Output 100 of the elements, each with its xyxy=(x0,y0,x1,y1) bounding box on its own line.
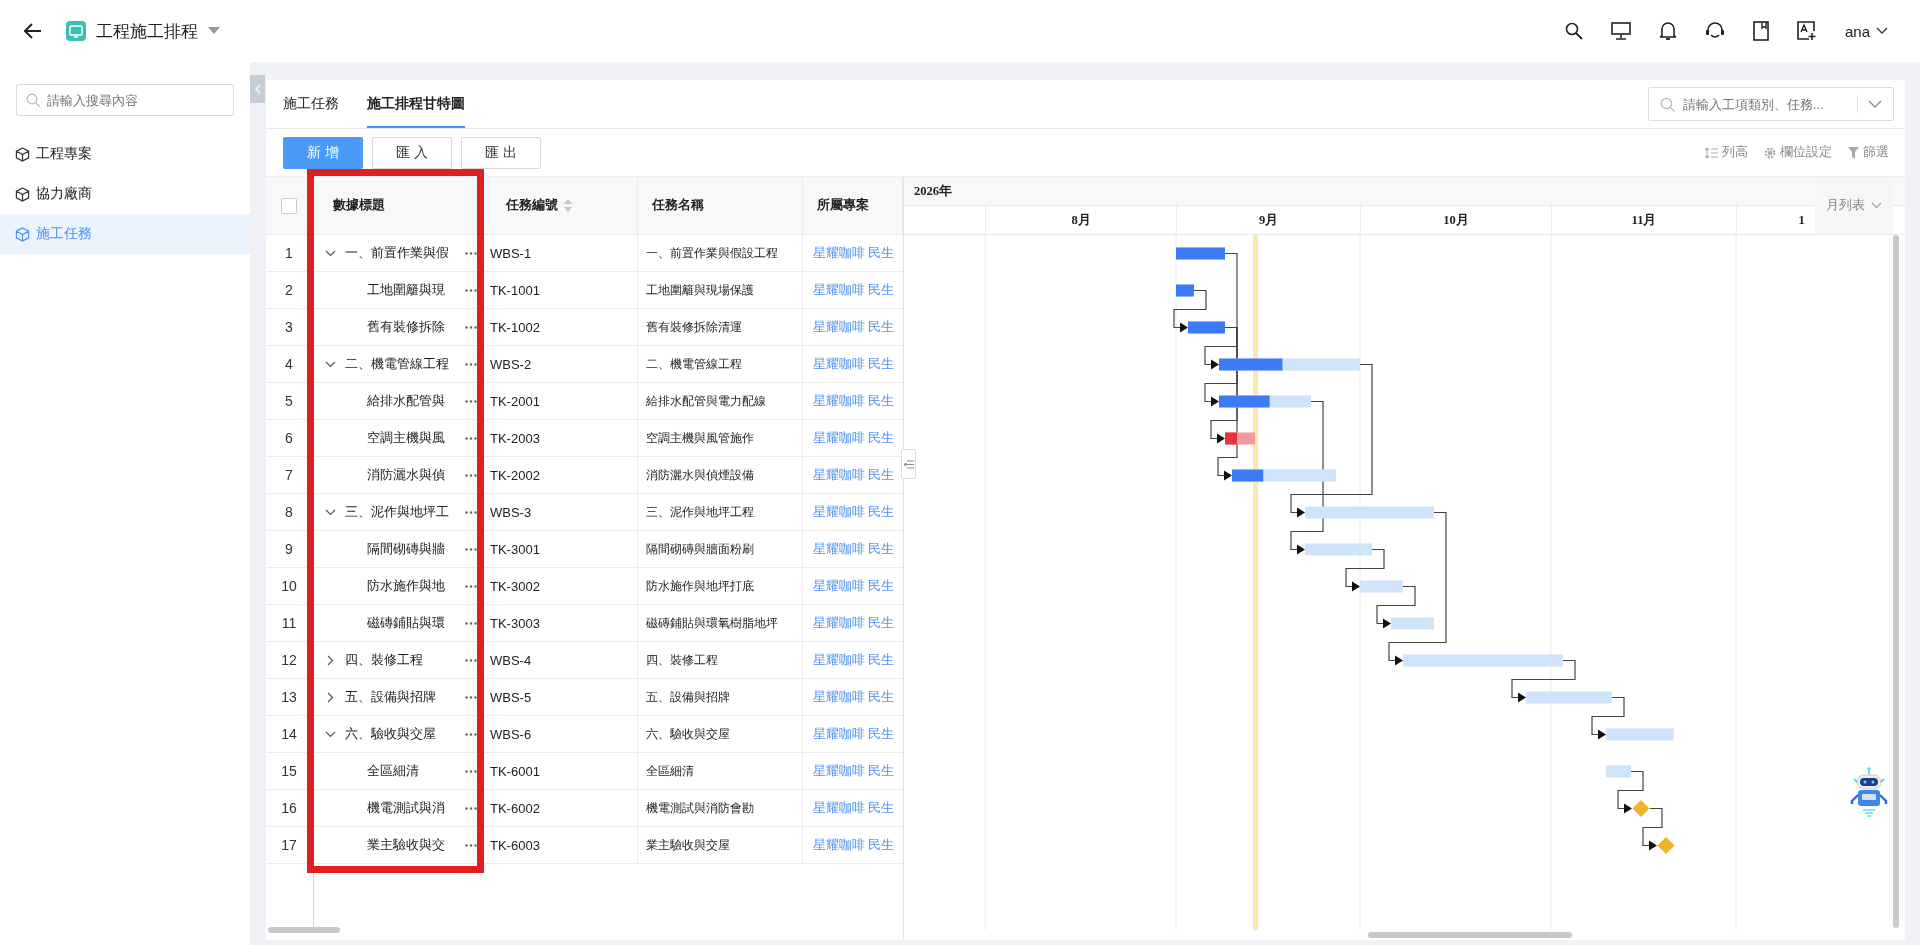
toolbar-button[interactable]: 匯 入 xyxy=(372,136,452,169)
row-number: 14 xyxy=(281,726,297,742)
chevron-down-icon[interactable] xyxy=(1876,27,1888,35)
project-link[interactable]: 星耀咖啡 民生 xyxy=(813,244,895,262)
task-bar[interactable] xyxy=(1225,432,1255,445)
table-cell: WBS-2 xyxy=(490,356,532,372)
row-height-icon xyxy=(1705,146,1718,159)
table-cell-text: 工地圍籬與現場保護 xyxy=(645,281,754,299)
table-cell-text: 消防灑水與偵煙設備 xyxy=(645,466,754,484)
task-bar[interactable] xyxy=(1219,395,1311,408)
more-options-icon[interactable] xyxy=(465,843,477,847)
project-link[interactable]: 星耀咖啡 民生 xyxy=(813,503,895,521)
table-cell-text: 全區細清 xyxy=(645,762,694,780)
project-link[interactable]: 星耀咖啡 民生 xyxy=(813,466,895,484)
split-handle[interactable] xyxy=(901,449,916,479)
more-options-icon[interactable] xyxy=(465,288,477,292)
project-link[interactable]: 星耀咖啡 民生 xyxy=(813,318,895,336)
cube-icon xyxy=(15,226,30,242)
task-bar[interactable] xyxy=(1232,469,1336,482)
caret-icon[interactable] xyxy=(208,27,220,35)
project-link[interactable]: 星耀咖啡 民生 xyxy=(813,651,895,669)
project-link[interactable]: 星耀咖啡 民生 xyxy=(813,836,895,854)
search-icon[interactable] xyxy=(1564,22,1583,40)
search-icon xyxy=(26,93,40,107)
headset-icon[interactable] xyxy=(1704,21,1725,41)
project-link[interactable]: 星耀咖啡 民生 xyxy=(813,392,895,410)
image-add-icon[interactable] xyxy=(1796,21,1817,41)
gear-icon xyxy=(1764,146,1776,159)
tab[interactable]: 施工任務 xyxy=(283,80,339,128)
row-number: 13 xyxy=(281,689,297,705)
more-options-icon[interactable] xyxy=(465,769,477,773)
task-title: 五、設備與招牌 xyxy=(344,688,437,706)
sidebar-item[interactable]: 工程專案 xyxy=(0,134,250,174)
toolbar-link[interactable]: 列高 xyxy=(1722,144,1748,161)
scrollbar-thumb[interactable] xyxy=(1893,235,1899,928)
scrollbar-thumb[interactable] xyxy=(268,927,340,933)
row-number: 9 xyxy=(285,541,293,557)
task-title: 舊有裝修拆除 xyxy=(366,318,446,336)
table-cell: WBS-4 xyxy=(490,652,532,668)
more-options-icon[interactable] xyxy=(465,806,477,810)
more-options-icon[interactable] xyxy=(465,473,477,477)
table-cell-text: 空調主機與風管施作 xyxy=(645,429,754,447)
table-cell-text: 三、泥作與地坪工程 xyxy=(645,503,754,521)
project-link[interactable]: 星耀咖啡 民生 xyxy=(813,281,895,299)
toolbar-button[interactable]: 新 增 xyxy=(283,136,363,169)
task-bar[interactable] xyxy=(1219,358,1360,371)
project-link[interactable]: 星耀咖啡 民生 xyxy=(813,614,895,632)
sidebar-item[interactable]: 施工任務 xyxy=(0,214,250,254)
dependency-arrow xyxy=(1345,548,1385,592)
task-title: 空調主機與風 xyxy=(366,429,446,447)
user-menu[interactable]: ana xyxy=(1844,22,1870,40)
table-cell: TK-2003 xyxy=(490,430,540,446)
more-options-icon[interactable] xyxy=(465,325,477,329)
project-link[interactable]: 星耀咖啡 民生 xyxy=(813,799,895,817)
month-label: 9月 xyxy=(1258,211,1279,229)
project-link[interactable]: 星耀咖啡 民生 xyxy=(813,355,895,373)
table-cell-text: 磁磚鋪貼與環氧樹脂地坪 xyxy=(645,614,778,632)
table-cell-text: 二、機電管線工程 xyxy=(645,355,742,373)
project-link[interactable]: 星耀咖啡 民生 xyxy=(813,688,895,706)
chevron-right-icon[interactable] xyxy=(325,691,336,703)
more-options-icon[interactable] xyxy=(465,584,477,588)
more-options-icon[interactable] xyxy=(465,436,477,440)
more-options-icon[interactable] xyxy=(465,732,477,736)
tab[interactable]: 施工排程甘特圖 xyxy=(367,80,465,128)
project-link[interactable]: 星耀咖啡 民生 xyxy=(813,540,895,558)
bookmark-icon[interactable] xyxy=(1752,21,1769,41)
task-search-field[interactable]: 請輸入工項類別、任務... xyxy=(1648,87,1894,121)
month-label: 11月 xyxy=(1631,211,1657,229)
project-link[interactable]: 星耀咖啡 民生 xyxy=(813,725,895,743)
scrollbar-thumb[interactable] xyxy=(1368,932,1572,938)
toolbar-link[interactable]: 篩選 xyxy=(1863,144,1889,161)
project-link[interactable]: 星耀咖啡 民生 xyxy=(813,577,895,595)
notification-bell-icon[interactable] xyxy=(1658,21,1677,41)
monitor-icon[interactable] xyxy=(1610,22,1631,40)
sidebar-search-field[interactable]: 請輸入搜尋內容 xyxy=(16,84,234,116)
more-options-icon[interactable] xyxy=(465,399,477,403)
task-title: 業主驗收與交 xyxy=(366,836,446,854)
more-options-icon[interactable] xyxy=(465,695,477,699)
year-label: 2026年 xyxy=(914,182,952,200)
chevron-right-icon[interactable] xyxy=(325,654,336,666)
robot-assistant-drawing[interactable] xyxy=(1848,767,1890,819)
table-cell-text: 一、前置作業與假設工程 xyxy=(645,244,778,262)
sidebar-item[interactable]: 協力廠商 xyxy=(0,174,250,214)
select-all-checkbox[interactable] xyxy=(281,197,297,214)
project-link[interactable]: 星耀咖啡 民生 xyxy=(813,762,895,780)
table-cell: TK-1001 xyxy=(490,282,540,298)
more-options-icon[interactable] xyxy=(465,251,477,255)
list-icon xyxy=(903,459,914,469)
toolbar-link[interactable]: 欄位設定 xyxy=(1780,144,1832,161)
more-options-icon[interactable] xyxy=(465,547,477,551)
task-title: 二、機電管線工程 xyxy=(344,355,450,373)
more-options-icon[interactable] xyxy=(465,658,477,662)
toolbar-button[interactable]: 匯 出 xyxy=(461,136,541,169)
back-arrow-icon[interactable] xyxy=(24,23,42,39)
more-options-icon[interactable] xyxy=(465,621,477,625)
more-options-icon[interactable] xyxy=(465,362,477,366)
row-number: 16 xyxy=(281,800,297,816)
dependency-arrow xyxy=(1642,807,1663,851)
project-link[interactable]: 星耀咖啡 民生 xyxy=(813,429,895,447)
more-options-icon[interactable] xyxy=(465,510,477,514)
